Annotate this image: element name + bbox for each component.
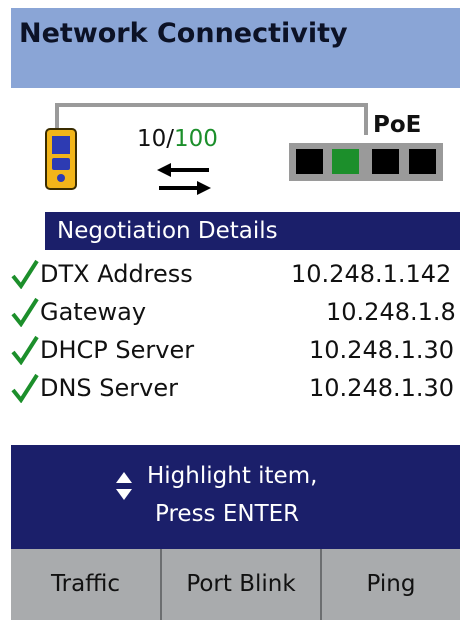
switch-port: [372, 149, 399, 174]
port-blink-softkey[interactable]: Port Blink: [162, 549, 320, 620]
prompt-line-1: Highlight item,: [147, 463, 318, 489]
detail-value: 10.248.1.30: [309, 374, 455, 402]
check-icon: [11, 335, 39, 365]
bidirectional-arrows-icon: [157, 163, 211, 195]
switch-port: [332, 149, 359, 174]
cable-line: [364, 103, 368, 135]
ping-softkey[interactable]: Ping: [322, 549, 460, 620]
detail-row-dns-server[interactable]: DNS Server 10.248.1.30: [11, 370, 460, 406]
detail-label: DNS Server: [40, 374, 178, 402]
up-down-arrows-icon: [116, 472, 132, 500]
switch-port: [296, 149, 323, 174]
detail-row-dtx-address[interactable]: DTX Address 10.248.1.142: [11, 256, 460, 292]
check-icon: [11, 373, 39, 403]
detail-row-dhcp-server[interactable]: DHCP Server 10.248.1.30: [11, 332, 460, 368]
detail-value: 10.248.1.30: [309, 336, 455, 364]
instruction-prompt: Highlight item, Press ENTER: [11, 445, 460, 549]
link-speed: 10/100: [137, 126, 218, 152]
check-icon: [11, 259, 39, 289]
page-title: Network Connectivity: [19, 18, 348, 49]
title-bar: Network Connectivity: [11, 8, 460, 88]
switch-port: [409, 149, 436, 174]
check-icon: [11, 297, 39, 327]
link-diagram: 10/100 PoE: [11, 88, 460, 208]
speed-fast: 100: [174, 126, 218, 152]
detail-value: 10.248.1.142: [291, 260, 452, 288]
tester-device-icon: [45, 128, 77, 190]
device-screen: Network Connectivity 10/100 PoE Negotiat…: [11, 8, 460, 620]
cable-line: [55, 103, 59, 130]
detail-value: 10.248.1.8: [326, 298, 456, 326]
speed-slow: 10/: [137, 126, 175, 152]
switch-ports: [289, 143, 443, 181]
prompt-line-2: Press ENTER: [155, 501, 300, 527]
softkey-bar: Traffic Port Blink Ping: [11, 549, 460, 620]
detail-label: DHCP Server: [40, 336, 195, 364]
negotiation-details-header: Negotiation Details: [45, 212, 460, 250]
detail-row-gateway[interactable]: Gateway 10.248.1.8: [11, 294, 460, 330]
detail-label: DTX Address: [40, 260, 193, 288]
cable-line: [55, 103, 367, 107]
detail-label: Gateway: [40, 298, 147, 326]
traffic-softkey[interactable]: Traffic: [11, 549, 160, 620]
poe-label: PoE: [373, 112, 422, 138]
